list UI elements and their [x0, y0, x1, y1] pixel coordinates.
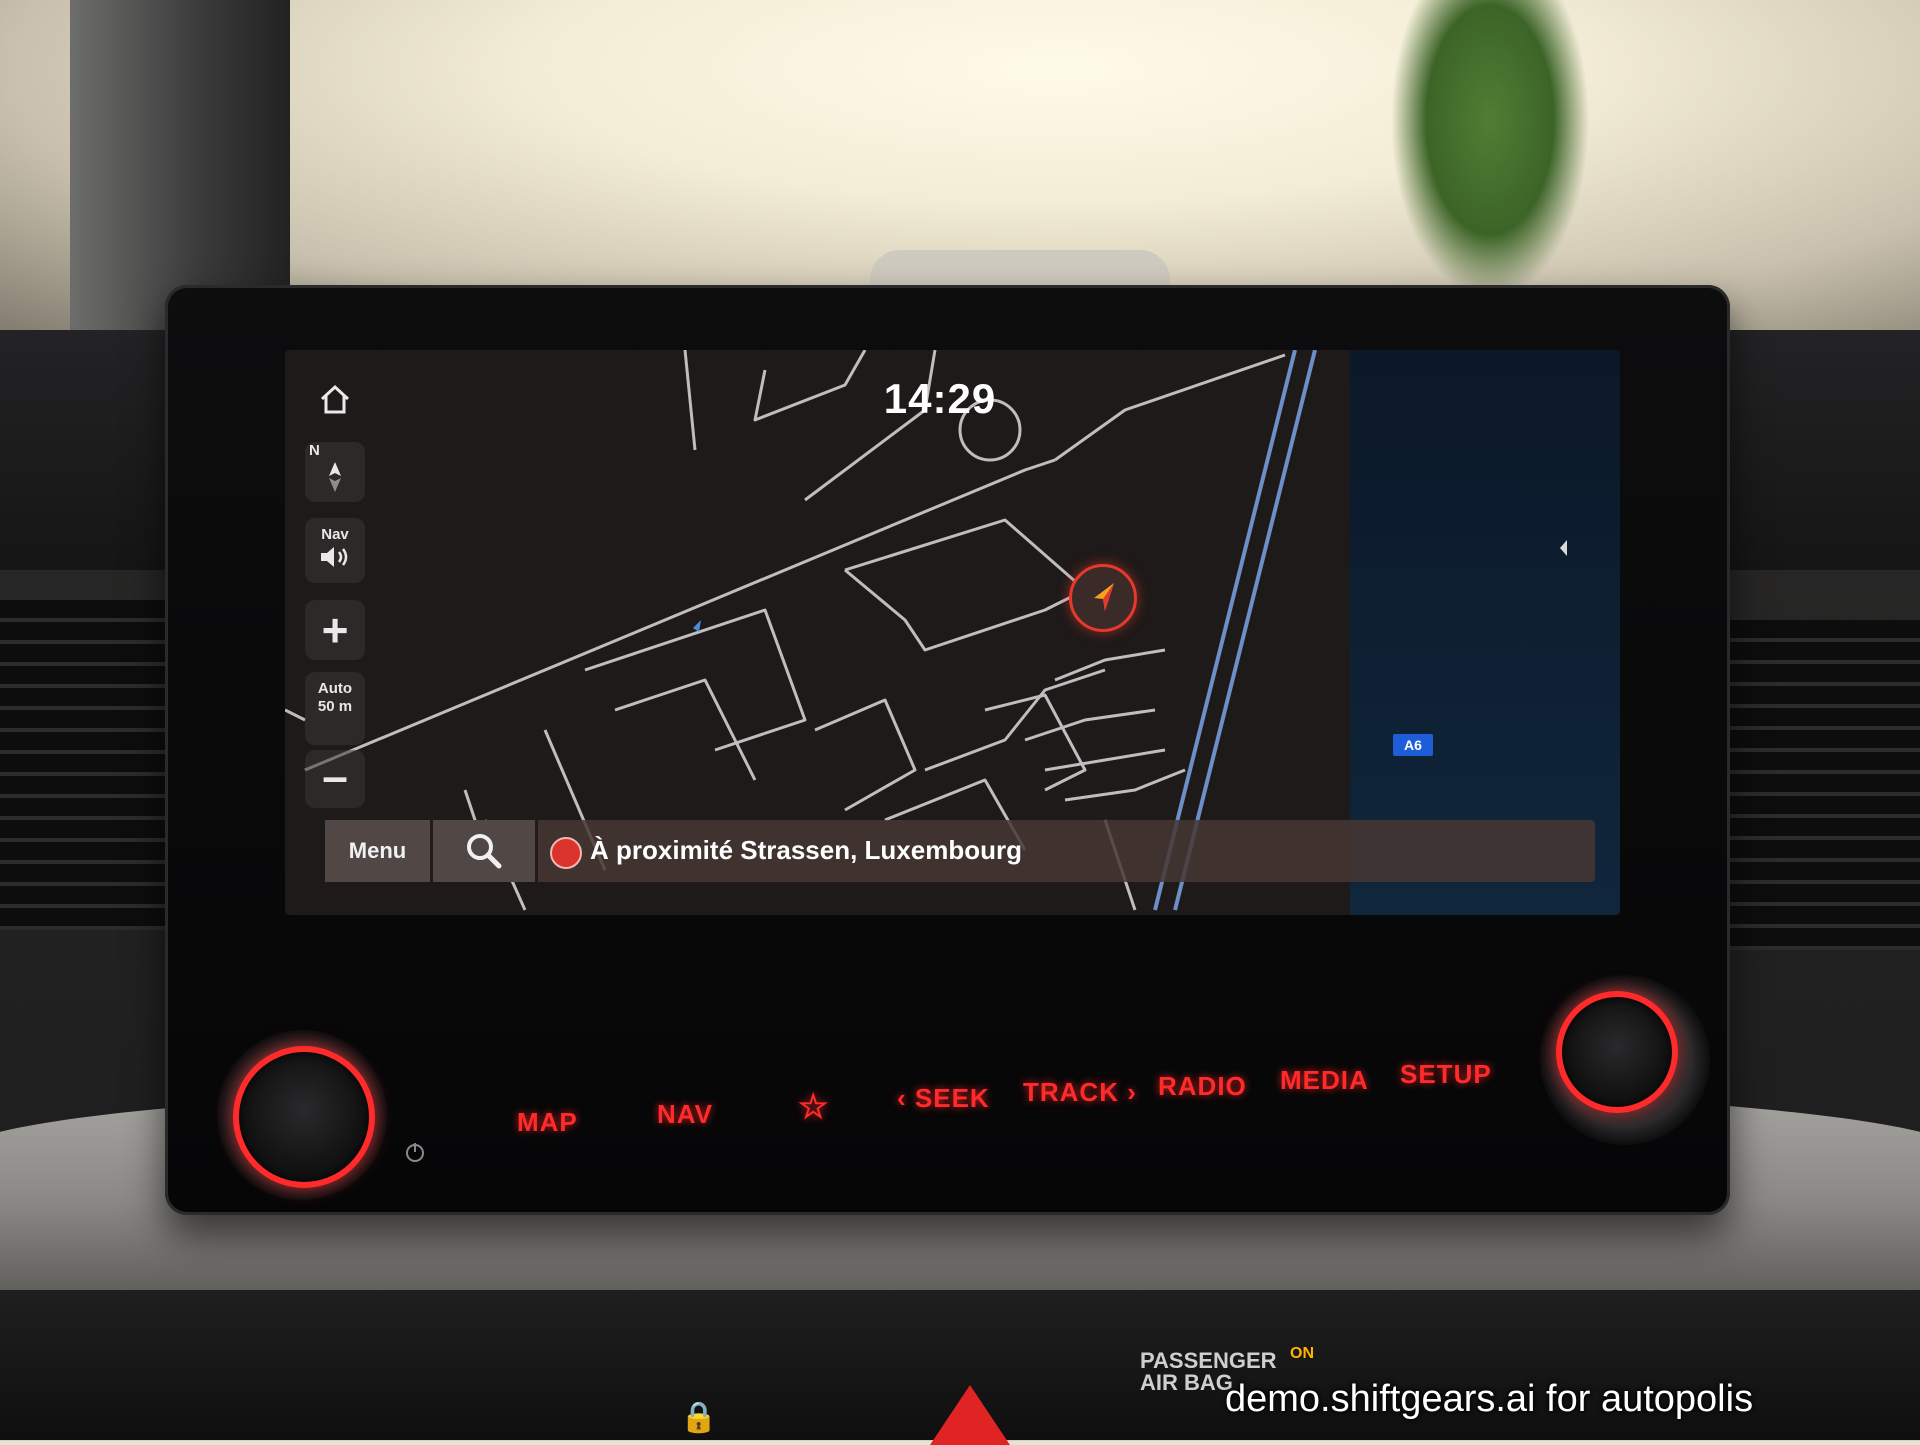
nav-volume-button[interactable]: Nav: [305, 518, 365, 583]
navigation-arrow-icon: [1094, 583, 1114, 611]
zoom-out-symbol: –: [322, 750, 348, 802]
airbag-status-on: ON: [1290, 1345, 1314, 1362]
air-vent-right: [1710, 620, 1920, 950]
zoom-in-button[interactable]: +: [305, 600, 365, 660]
road-label-a6: A6: [1393, 734, 1433, 756]
nav-bottom-bar: Menu À proximité Strassen, Luxembourg: [325, 820, 1595, 882]
clock: 14:29: [883, 375, 997, 422]
auto-zoom-button[interactable]: Auto 50 m: [305, 672, 365, 745]
infotainment-head-unit: 14:29 N Nav + Auto 50 m – A6 Menu À prox…: [165, 285, 1730, 1215]
setup-hard-button[interactable]: SETUP: [1400, 1059, 1492, 1090]
compass-north-label: N: [309, 442, 320, 459]
volume-knob[interactable]: [233, 1046, 375, 1188]
watermark: demo.shiftgears.ai for autopolis: [1225, 1378, 1754, 1420]
menu-button[interactable]: Menu: [325, 820, 433, 882]
zoom-out-button[interactable]: –: [305, 750, 365, 808]
seek-hard-button[interactable]: ‹ SEEK: [897, 1083, 990, 1114]
auto-zoom-label: Auto: [317, 680, 353, 697]
location-icon: [550, 837, 582, 869]
compass-arrow-icon: [329, 462, 341, 492]
hazard-button[interactable]: [930, 1385, 1010, 1445]
background-plant: [1390, 0, 1590, 300]
speaker-icon: [321, 547, 348, 567]
map-scale-label: 50 m: [317, 698, 353, 715]
zoom-in-symbol: +: [321, 604, 349, 656]
compass-button[interactable]: N: [305, 442, 365, 502]
search-button[interactable]: [433, 820, 538, 882]
navigation-screen: 14:29 N Nav + Auto 50 m – A6 Menu À prox…: [285, 350, 1620, 915]
nav-hard-button[interactable]: NAV: [657, 1099, 713, 1130]
nav-volume-label: Nav: [321, 526, 349, 543]
home-button[interactable]: [305, 372, 365, 427]
airbag-label-line1: PASSENGER: [1140, 1348, 1277, 1373]
vehicle-position-marker: [1069, 564, 1137, 632]
home-icon: [320, 384, 350, 414]
search-icon: [467, 834, 502, 869]
power-icon: [406, 1143, 424, 1162]
tune-knob[interactable]: [1556, 991, 1678, 1113]
lock-icon: 🔒: [680, 1401, 718, 1434]
star-icon: ☆: [798, 1088, 830, 1126]
favorite-hard-button[interactable]: ☆: [798, 1087, 829, 1127]
map-hard-button[interactable]: MAP: [517, 1107, 578, 1138]
current-location-text[interactable]: À proximité Strassen, Luxembourg: [590, 835, 1022, 866]
radio-hard-button[interactable]: RADIO: [1158, 1071, 1247, 1102]
media-hard-button[interactable]: MEDIA: [1280, 1065, 1369, 1096]
track-hard-button[interactable]: TRACK ›: [1023, 1077, 1137, 1108]
